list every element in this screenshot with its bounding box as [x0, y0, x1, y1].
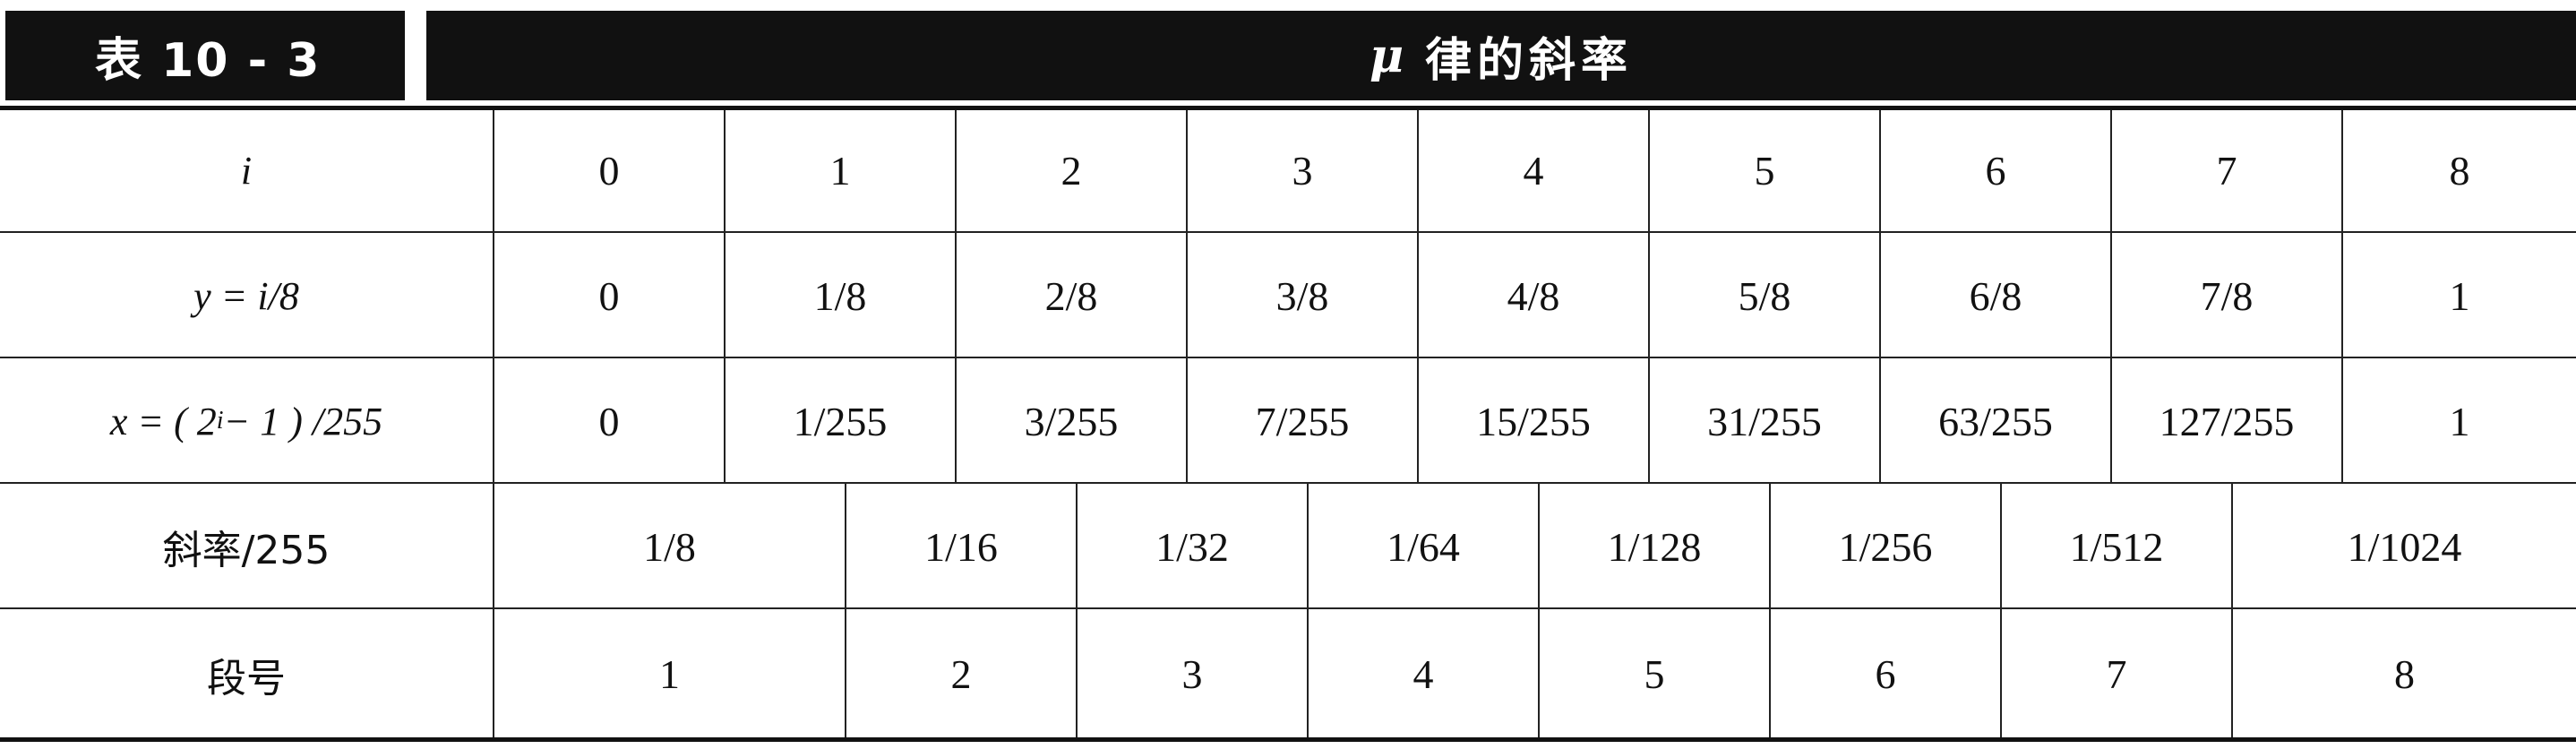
table-cell: 2: [845, 609, 1076, 739]
row-header-i: i: [240, 149, 253, 193]
row-header-slope: 斜率/255: [162, 528, 331, 573]
table-cell: 1/512: [2000, 484, 2231, 609]
table-cell: 1/256: [1769, 484, 2000, 609]
table-cell: 6: [1879, 110, 2110, 231]
table-cell: 7: [2110, 110, 2341, 231]
table-title-bar: 表 10 - 3 μ 律的斜率: [5, 11, 2576, 100]
x-header-exponent: i: [216, 407, 224, 435]
table-row-i: i 0 1 2 3 4 5 6 7 8: [0, 110, 2576, 231]
caption-text: 律的斜率: [1425, 33, 1634, 88]
table-cell: 1: [724, 110, 955, 231]
table-cell: 4: [1307, 609, 1538, 739]
table-cell: 8: [2231, 609, 2576, 739]
row-header-segment: 段号: [207, 655, 286, 702]
table-cell: 7: [2000, 609, 2231, 739]
table-bottom-rule: [0, 737, 2576, 742]
table-cell: 6: [1769, 609, 2000, 739]
table-cell: 31/255: [1648, 358, 1879, 484]
table-row-x: x = ( 2i − 1 ) /255 0 1/255 3/255 7/255 …: [0, 357, 2576, 484]
table-cell: 1/8: [493, 484, 845, 609]
table-cell: 5/8: [1648, 233, 1879, 358]
table-row-y: y = i/8 0 1/8 2/8 3/8 4/8 5/8 6/8 7/8 1: [0, 231, 2576, 358]
table-cell: 4: [1417, 110, 1648, 231]
table-number: 表 10 - 3: [5, 11, 405, 100]
table-cell: 1/1024: [2231, 484, 2576, 609]
table-cell: 3: [1076, 609, 1307, 739]
table-row-segment: 段号 1 2 3 4 5 6 7 8: [0, 607, 2576, 739]
table-cell: 7/255: [1186, 358, 1417, 484]
table-cell: 4/8: [1417, 233, 1648, 358]
table-cell: 1/8: [724, 233, 955, 358]
table-cell: 7/8: [2110, 233, 2341, 358]
table-cell: 0: [493, 233, 724, 358]
table-cell: 6/8: [1879, 233, 2110, 358]
x-header-suffix: − 1 ) /255: [223, 399, 383, 443]
table-cell: 1: [2341, 358, 2576, 484]
mu-symbol: μ: [1369, 28, 1410, 83]
table-cell: 127/255: [2110, 358, 2341, 484]
table-cell: 1: [2341, 233, 2576, 358]
row-header-x: x = ( 2i − 1 ) /255: [0, 358, 493, 484]
table-cell: 1: [493, 609, 845, 739]
table-cell: 1/255: [724, 358, 955, 484]
table-cell: 8: [2341, 110, 2576, 231]
x-header-prefix: x = ( 2: [109, 399, 217, 443]
table-cell: 2: [955, 110, 1186, 231]
table-cell: 0: [493, 358, 724, 484]
table-cell: 3/255: [955, 358, 1186, 484]
table-cell: 2/8: [955, 233, 1186, 358]
row-header-y: y = i/8: [193, 273, 299, 318]
table-cell: 3: [1186, 110, 1417, 231]
table-cell: 1/128: [1538, 484, 1769, 609]
table-cell: 63/255: [1879, 358, 2110, 484]
table-cell: 1/32: [1076, 484, 1307, 609]
table-caption: μ 律的斜率: [426, 11, 2576, 100]
table-row-slope: 斜率/255 1/8 1/16 1/32 1/64 1/128 1/256 1/…: [0, 482, 2576, 609]
table-cell: 1/64: [1307, 484, 1538, 609]
table-cell: 5: [1538, 609, 1769, 739]
table-cell: 1/16: [845, 484, 1076, 609]
table-cell: 0: [493, 110, 724, 231]
table-cell: 15/255: [1417, 358, 1648, 484]
table-cell: 5: [1648, 110, 1879, 231]
table-cell: 3/8: [1186, 233, 1417, 358]
